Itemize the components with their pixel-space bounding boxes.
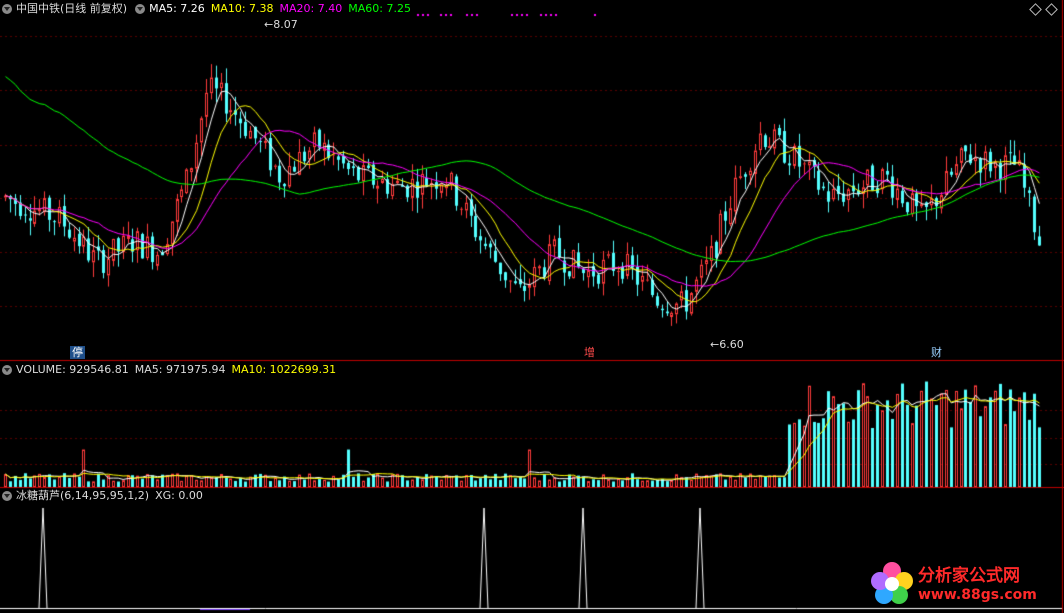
price-panel-header: 中国中铁(日线 前复权) MA5: 7.26 MA10: 7.38 MA20: … <box>0 0 417 18</box>
indicator-menu-icon[interactable] <box>135 4 146 14</box>
event-suspension[interactable]: 停 <box>70 346 85 359</box>
high-price-marker: ←8.07 <box>264 18 298 31</box>
indicator-name: 冰糖葫芦(6,14,95,95,1,2) <box>16 489 150 502</box>
volume-panel-header: VOLUME: 929546.81 MA5: 971975.94 MA10: 1… <box>0 361 342 379</box>
event-increase[interactable]: 增 <box>582 346 597 359</box>
ma5-value: MA5: 7.26 <box>149 2 205 15</box>
volume-ma5-value: MA5: 971975.94 <box>134 363 226 376</box>
volume-value: VOLUME: 929546.81 <box>16 363 129 376</box>
watermark-name: 分析家公式网 <box>918 566 1020 586</box>
chevron-down-icon[interactable] <box>2 4 12 14</box>
stock-chart-canvas[interactable] <box>0 0 1064 613</box>
flower-logo-icon <box>871 562 913 604</box>
event-finance[interactable]: 财 <box>929 346 944 359</box>
watermark-logo: 分析家公式网 www.88gs.com <box>862 555 1062 613</box>
watermark-url: www.88gs.com <box>918 587 1037 603</box>
volume-menu-icon[interactable] <box>2 365 12 375</box>
volume-ma10-value: MA10: 1022699.31 <box>231 363 337 376</box>
stock-title[interactable]: 中国中铁(日线 前复权) <box>16 0 127 18</box>
ma60-value: MA60: 7.25 <box>348 2 411 15</box>
low-price-marker: ←6.60 <box>710 338 744 351</box>
indicator-panel-header: 冰糖葫芦(6,14,95,95,1,2) XG: 0.00 <box>0 487 209 505</box>
xg-value: XG: 0.00 <box>155 489 203 502</box>
indicator-sub-menu-icon[interactable] <box>2 491 12 501</box>
ma10-value: MA10: 7.38 <box>210 2 274 15</box>
ma20-value: MA20: 7.40 <box>279 2 343 15</box>
